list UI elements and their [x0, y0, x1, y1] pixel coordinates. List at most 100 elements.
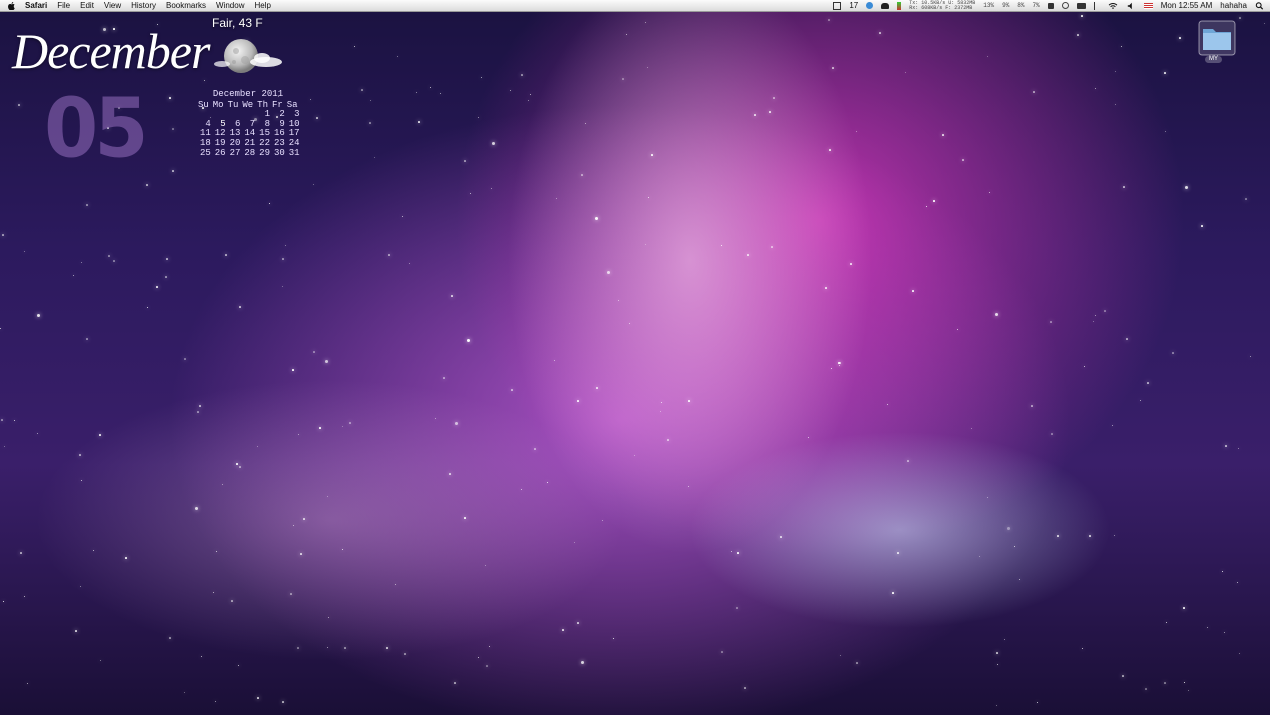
time-machine-icon[interactable] [1061, 2, 1069, 9]
star [574, 542, 575, 543]
star [1077, 34, 1079, 36]
star [721, 651, 723, 653]
star [926, 206, 927, 207]
menu-bookmarks[interactable]: Bookmarks [166, 0, 206, 11]
star [344, 647, 346, 649]
star [269, 203, 270, 204]
star [1126, 338, 1128, 340]
menu-window[interactable]: Window [216, 0, 244, 11]
star [1166, 622, 1167, 623]
menubar-user[interactable]: hahaha [1220, 0, 1247, 11]
starfield [0, 0, 1270, 715]
star [651, 154, 653, 156]
folder-label[interactable]: MY [1205, 56, 1222, 63]
star [409, 263, 410, 264]
menubar-clock[interactable]: Mon 12:55 AM [1161, 0, 1213, 11]
star [297, 647, 299, 649]
star [996, 705, 997, 706]
star [1183, 607, 1185, 609]
star [313, 184, 314, 185]
moon-cloud-icon [214, 39, 282, 73]
star [840, 655, 841, 656]
star [1188, 690, 1189, 691]
star [464, 160, 466, 162]
dashboard-icon[interactable] [1047, 2, 1054, 9]
menu-app-safari[interactable]: Safari [25, 0, 47, 11]
star [1224, 632, 1225, 633]
calendar-widget: December 2011 Su Mo Tu We Th Fr Sa 1 2 3 4 5 6 7 8 9 10 1… [196, 89, 300, 158]
star [1237, 582, 1238, 583]
calendar-title: December 2011 [212, 89, 284, 99]
star [1165, 131, 1166, 132]
star [491, 188, 492, 189]
folder-icon[interactable] [1198, 20, 1236, 56]
star [933, 200, 935, 202]
star [416, 92, 417, 93]
star [481, 77, 482, 78]
star [661, 402, 662, 403]
star [736, 607, 738, 609]
menu-edit[interactable]: Edit [80, 0, 94, 11]
star [839, 362, 841, 364]
menu-file[interactable]: File [57, 0, 70, 11]
star [829, 149, 831, 151]
star [839, 365, 840, 366]
calendar-weekday-header: Tu [227, 99, 239, 110]
star [1245, 198, 1247, 200]
star [1222, 571, 1223, 572]
star [521, 489, 522, 490]
star [215, 701, 216, 702]
star [1264, 23, 1265, 24]
star [521, 74, 523, 76]
star [257, 697, 259, 699]
star [290, 593, 292, 595]
network-monitor[interactable]: Tx: 10.5KB/s U: 5832MB Rx: 608KB/s F: 23… [909, 0, 975, 11]
display-icon[interactable] [1076, 2, 1086, 9]
star [887, 404, 888, 405]
us-flag-icon[interactable] [1143, 2, 1153, 9]
cpu-monitor[interactable]: 13% [983, 3, 994, 9]
sync-icon[interactable] [866, 2, 874, 9]
star [1031, 405, 1033, 407]
star [282, 701, 284, 703]
star [737, 552, 739, 554]
star [397, 56, 398, 57]
app-status-icon[interactable] [833, 1, 842, 10]
star [780, 536, 782, 538]
menu-history[interactable]: History [131, 0, 156, 11]
star [37, 314, 40, 317]
spotlight-search-icon[interactable] [1255, 1, 1264, 10]
bluetooth-icon[interactable] [1093, 1, 1100, 10]
menu-help[interactable]: Help [254, 0, 270, 11]
star [648, 197, 649, 198]
growl-icon[interactable] [881, 2, 890, 9]
star [467, 339, 470, 342]
star [1122, 675, 1124, 677]
star [769, 111, 771, 113]
star [892, 592, 894, 594]
star [1082, 648, 1083, 649]
apple-icon[interactable] [8, 1, 15, 10]
star [1104, 310, 1106, 312]
star [402, 216, 403, 217]
wifi-icon[interactable] [1108, 2, 1118, 10]
star [169, 97, 171, 99]
star [634, 455, 635, 456]
volume-icon[interactable] [1126, 2, 1136, 10]
star [577, 622, 579, 624]
disk-monitor[interactable]: 8% [1017, 3, 1024, 9]
star [1, 419, 3, 421]
star [300, 553, 302, 555]
star [430, 87, 431, 88]
memory-monitor[interactable]: 9% [1002, 3, 1009, 9]
star [319, 427, 321, 429]
battery-percent[interactable]: 7% [1033, 3, 1040, 9]
menu-view[interactable]: View [104, 0, 121, 11]
star [602, 520, 603, 521]
star [1081, 15, 1083, 17]
star [997, 664, 998, 665]
star [856, 131, 857, 132]
status-badge-count[interactable]: 17 [849, 0, 858, 11]
star [165, 276, 167, 278]
star [808, 437, 809, 438]
